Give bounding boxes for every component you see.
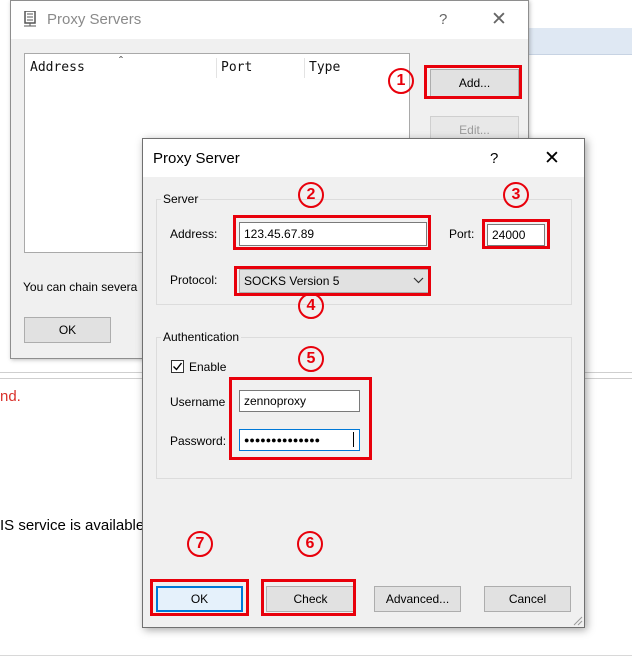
annotation-box-ok: [150, 579, 249, 616]
column-divider[interactable]: [216, 58, 217, 78]
annotation-number-3: 3: [503, 182, 529, 208]
title-bar: Proxy Servers ? ✕: [11, 1, 528, 39]
sort-ascending-icon: ˆ: [119, 54, 123, 68]
username-label: Username: [170, 395, 226, 409]
annotation-number-5: 5: [298, 346, 324, 372]
cancel-button[interactable]: Cancel: [484, 586, 571, 612]
annotation-number-1: 1: [388, 68, 414, 94]
annotation-box-credentials: [229, 377, 372, 460]
chain-info-text: You can chain severa: [23, 280, 138, 294]
enable-label[interactable]: Enable: [189, 360, 226, 374]
resize-grip-icon[interactable]: [571, 614, 583, 626]
annotation-box-check: [261, 579, 356, 616]
background-error-text: nd.: [0, 388, 21, 405]
ok-button[interactable]: OK: [24, 317, 111, 343]
authentication-group-label: Authentication: [161, 330, 242, 344]
column-header-port[interactable]: Port: [221, 60, 252, 75]
server-icon: [24, 11, 36, 27]
checkmark-icon: [173, 362, 183, 371]
background-toolbar: [527, 28, 632, 55]
annotation-box-add: [424, 65, 522, 99]
protocol-label: Protocol:: [170, 273, 218, 287]
annotation-number-4: 4: [298, 293, 324, 319]
annotation-number-6: 6: [297, 531, 323, 557]
background-status-text: IS service is available: [0, 517, 145, 534]
close-icon[interactable]: ✕: [544, 147, 560, 170]
dialog-title: Proxy Server: [153, 150, 240, 167]
server-group-label: Server: [161, 192, 201, 206]
column-header-address[interactable]: Address: [30, 60, 85, 75]
port-label: Port:: [449, 227, 475, 241]
divider: [0, 655, 632, 656]
password-label: Password:: [170, 434, 227, 448]
annotation-box-port: [482, 219, 550, 249]
close-icon[interactable]: ✕: [491, 8, 507, 31]
title-bar: Proxy Server ? ✕: [143, 139, 584, 177]
address-label: Address:: [170, 227, 218, 241]
help-button[interactable]: ?: [490, 150, 498, 167]
column-divider[interactable]: [304, 58, 305, 78]
annotation-number-7: 7: [187, 531, 213, 557]
help-button[interactable]: ?: [439, 11, 447, 28]
dialog-title: Proxy Servers: [47, 11, 142, 28]
advanced-button[interactable]: Advanced...: [374, 586, 461, 612]
annotation-number-2: 2: [298, 182, 324, 208]
annotation-box-protocol: [234, 266, 431, 296]
column-header-type[interactable]: Type: [309, 60, 340, 75]
annotation-box-address: [233, 215, 431, 250]
